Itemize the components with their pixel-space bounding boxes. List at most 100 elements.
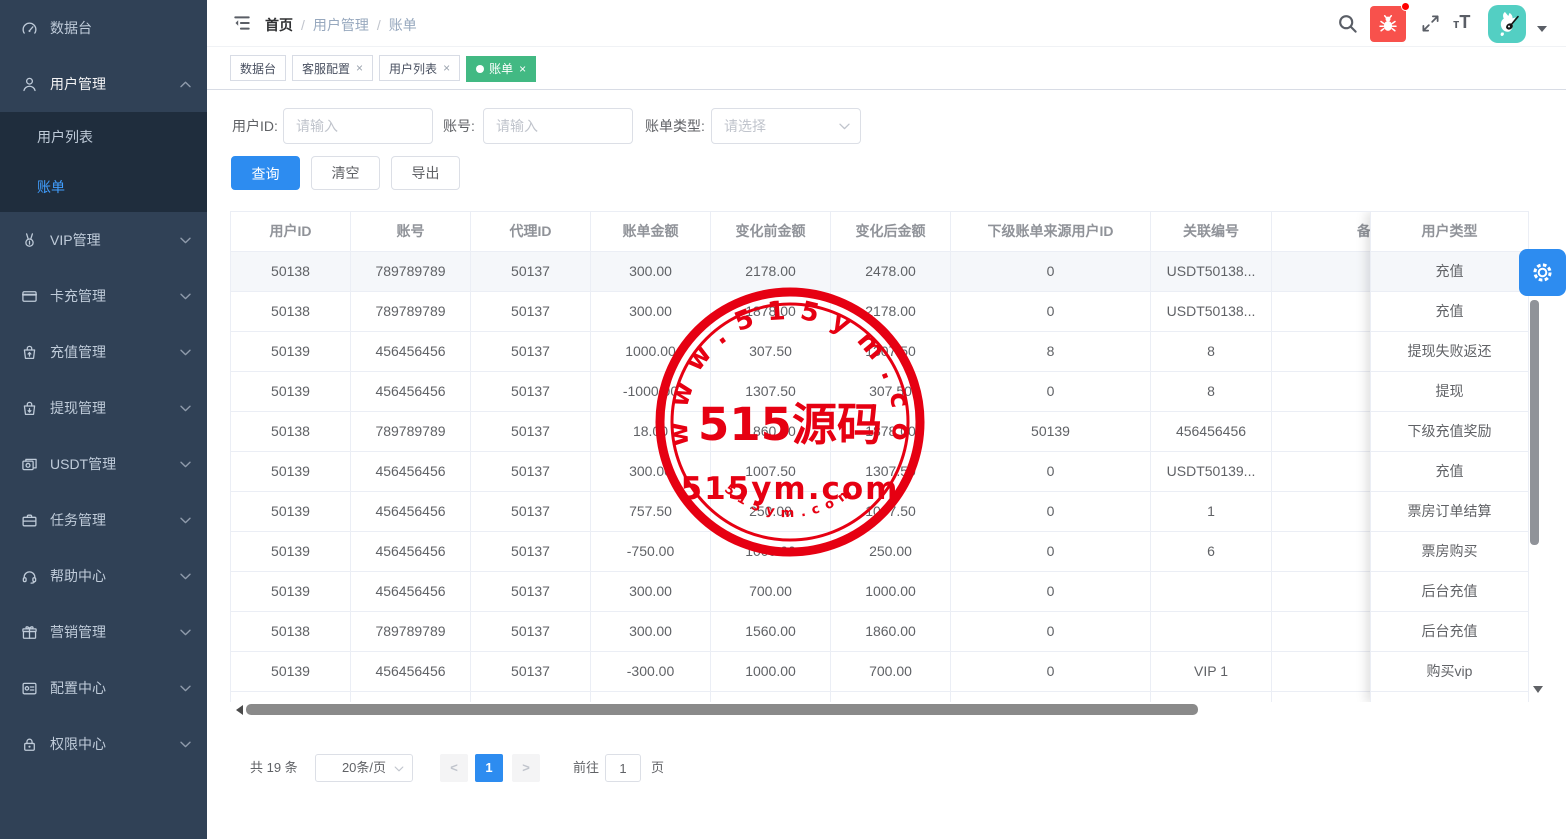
scroll-down-arrow[interactable] [1533,686,1543,698]
user-type-cell: 充值 [1371,252,1529,292]
tab-账单[interactable]: 账单× [466,56,536,82]
user-type-cell: 提现失败返还 [1371,332,1529,372]
sidebar-item-6[interactable]: USDT管理 [0,436,207,492]
sidebar-item-8[interactable]: 帮助中心 [0,548,207,604]
sidebar-item-3[interactable]: 卡充管理 [0,268,207,324]
fullscreen-icon[interactable] [1421,14,1440,33]
table-cell: 18.00 [591,412,711,452]
breadcrumb: 首页/用户管理/账单 [265,15,417,35]
chevron-down-icon [180,461,191,468]
sidebar-item-4[interactable]: 充值管理 [0,324,207,380]
goto-page-suffix: 页 [651,754,664,782]
table-cell: 300.00 [591,572,711,612]
notification-badge [1401,2,1410,11]
table-cell: 456456456 [351,372,471,412]
chevron-down-icon [180,685,191,692]
sidebar-item-label: VIP管理 [50,230,180,250]
sidebar-item-11[interactable]: 权限中心 [0,716,207,772]
table-cell: 1000.00 [831,572,951,612]
sidebar-item-5[interactable]: 提现管理 [0,380,207,436]
font-size-icon[interactable]: тT [1453,12,1479,34]
table-cell [831,692,951,702]
tab-label: 用户列表 [389,60,437,77]
table-cell: 1878.00 [831,412,951,452]
horizontal-scrollbar-thumb[interactable] [246,704,1198,715]
caret-down-icon[interactable] [1537,26,1547,37]
table-cell: 2178.00 [711,252,831,292]
table-cell [351,692,471,702]
table-cell: 50138 [231,252,351,292]
breadcrumb-item-0[interactable]: 首页 [265,17,293,33]
sidebar-subitem-用户列表[interactable]: 用户列表 [0,112,207,162]
user-id-label: 用户ID: [232,108,278,144]
breadcrumb-item-2: 账单 [389,17,417,33]
search-button[interactable]: 查询 [231,156,300,190]
sidebar-item-0[interactable]: 数据台 [0,0,207,56]
avatar[interactable] [1488,5,1526,43]
search-icon[interactable] [1337,13,1358,34]
table-row [231,692,1529,702]
tab-客服配置[interactable]: 客服配置× [292,55,373,81]
sidebar-item-2[interactable]: VIP管理 [0,212,207,268]
sidebar-submenu: 用户列表账单 [0,112,207,212]
table-cell: 307.50 [831,372,951,412]
close-icon[interactable]: × [356,62,363,74]
clear-button[interactable]: 清空 [311,156,380,190]
chevron-down-icon [180,237,191,244]
sidebar-item-10[interactable]: 配置中心 [0,660,207,716]
table-cell [711,692,831,702]
sidebar-item-1[interactable]: 用户管理 [0,56,207,112]
table-cell: 50139 [231,572,351,612]
table-cell: USDT50138... [1151,292,1272,332]
sidebar-item-label: 数据台 [50,18,191,38]
active-dot [476,65,484,73]
table-cell: 50137 [471,412,591,452]
settings-gear-button[interactable] [1519,249,1566,296]
close-icon[interactable]: × [443,62,450,74]
table-cell: 50137 [471,372,591,412]
dashboard-icon [21,20,38,37]
chevron-down-icon [180,741,191,748]
table-cell: -1000.00 [591,372,711,412]
tab-label: 数据台 [240,60,276,77]
prev-page-button[interactable]: < [440,754,468,782]
bill-type-select[interactable]: 请选择 [711,108,861,144]
gear-icon [1531,261,1554,284]
vertical-scrollbar-thumb[interactable] [1530,300,1539,545]
sidebar-item-9[interactable]: 营销管理 [0,604,207,660]
close-icon[interactable]: × [519,63,526,75]
table-cell: 700.00 [831,652,951,692]
table-cell: 6 [1151,532,1272,572]
table-cell: USDT50138... [1151,252,1272,292]
table-row: 50139456456456501371000.00307.501307.508… [231,332,1529,372]
table-row: 5013945645645650137757.50250.001007.5001 [231,492,1529,532]
goto-label: 前往 [573,754,599,782]
table-row: 5013878978978950137300.002178.002478.000… [231,252,1529,292]
hamburger-icon[interactable] [232,14,252,32]
page-size-select[interactable]: 20条/页 [315,754,413,782]
bug-button[interactable] [1370,6,1406,42]
current-page-button[interactable]: 1 [475,754,503,782]
table-cell: 300.00 [591,252,711,292]
table-cell: 50137 [471,492,591,532]
table-cell: 1307.50 [711,372,831,412]
table-cell: 456456456 [351,572,471,612]
account-input[interactable] [483,108,633,144]
export-button[interactable]: 导出 [391,156,460,190]
scroll-left-arrow[interactable] [231,705,243,715]
table-cell: 0 [951,572,1151,612]
table-cell: 1000.00 [591,332,711,372]
table-header-row: 用户ID账号代理ID账单金额变化前金额变化后金额下级账单来源用户ID关联编号备注 [231,212,1529,252]
table-cell: 456456456 [351,332,471,372]
tab-数据台[interactable]: 数据台 [230,55,286,81]
next-page-button[interactable]: > [512,754,540,782]
sidebar-item-7[interactable]: 任务管理 [0,492,207,548]
table-cell: 0 [951,652,1151,692]
user-id-input[interactable] [283,108,433,144]
table-cell: 1 [1151,492,1272,532]
column-header: 变化前金额 [711,212,831,252]
usdt-icon [21,456,38,473]
goto-page-input[interactable] [605,754,641,782]
tab-用户列表[interactable]: 用户列表 × [379,55,460,81]
sidebar-subitem-账单[interactable]: 账单 [0,162,207,212]
